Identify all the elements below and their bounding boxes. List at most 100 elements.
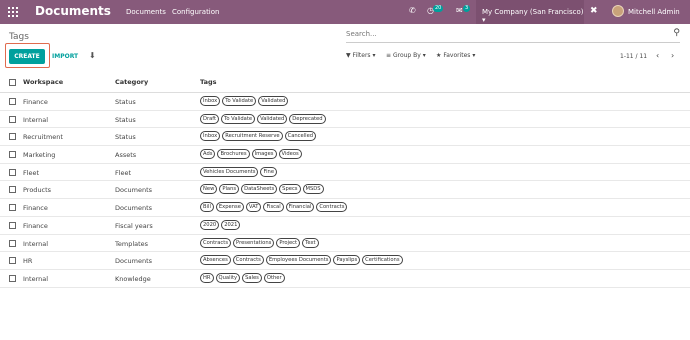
row-checkbox[interactable] bbox=[9, 186, 16, 194]
star-icon: ★ bbox=[436, 52, 442, 59]
cell-tags: Ads Brochures Images Videos bbox=[200, 149, 302, 160]
tag-badge: Employees Documents bbox=[265, 255, 332, 266]
tag-badge: Recruitment Reserve bbox=[222, 131, 283, 142]
row-checkbox[interactable] bbox=[9, 257, 16, 265]
chat-count-badge: 3 bbox=[463, 5, 471, 12]
tag-badge: Contracts bbox=[316, 202, 348, 213]
row-checkbox[interactable] bbox=[9, 115, 16, 123]
table-row[interactable]: Internal Templates Contracts Presentations P… bbox=[0, 235, 690, 253]
row-checkbox[interactable] bbox=[9, 239, 16, 247]
cell-tags: New Plans DataSheets Specs MSDS bbox=[200, 184, 324, 195]
cell-workspace: Fleet bbox=[23, 168, 40, 177]
search-input[interactable] bbox=[346, 27, 656, 41]
row-checkbox[interactable] bbox=[9, 98, 16, 105]
app-title[interactable]: Documents bbox=[35, 4, 111, 18]
tag-badge: Inbox bbox=[200, 131, 221, 142]
groupby-button[interactable]: ≡ Group By ▾ bbox=[386, 52, 426, 59]
column-header-category[interactable]: Category bbox=[115, 78, 148, 86]
tag-badge: Financial bbox=[285, 202, 315, 213]
table-row[interactable]: Finance Fiscal years 2020 2021 bbox=[0, 217, 690, 235]
tag-badge: To Validate bbox=[221, 113, 256, 124]
user-avatar[interactable] bbox=[612, 5, 624, 17]
cell-workspace: Marketing bbox=[23, 151, 56, 160]
debug-icon[interactable]: ✖ bbox=[590, 6, 598, 16]
menu-configuration[interactable]: Configuration bbox=[172, 8, 219, 16]
activity-count-badge: 20 bbox=[433, 5, 444, 12]
tag-badge: Project bbox=[276, 237, 301, 248]
cell-workspace: HR bbox=[23, 257, 33, 266]
top-navbar: Documents Documents Configuration ✆ ◷ 20… bbox=[0, 0, 690, 24]
search-bar: ⚲ bbox=[346, 27, 680, 43]
cell-workspace: Internal bbox=[23, 274, 49, 283]
tag-badge: Specs bbox=[279, 184, 301, 195]
column-header-tags[interactable]: Tags bbox=[200, 78, 217, 86]
row-checkbox[interactable] bbox=[9, 168, 16, 176]
row-checkbox[interactable] bbox=[9, 133, 16, 141]
user-name[interactable]: Mitchell Admin bbox=[628, 8, 680, 16]
table-row[interactable]: Internal Status Draft To Validate Validated D… bbox=[0, 111, 690, 129]
table-body: Finance Status Inbox To Validate Validated In… bbox=[0, 93, 690, 288]
table-row[interactable]: Internal Knowledge HR Quality Sales Other bbox=[0, 270, 690, 288]
create-button[interactable]: CREATE bbox=[9, 49, 45, 64]
tag-badge: HR bbox=[200, 272, 214, 283]
cell-workspace: Finance bbox=[23, 221, 48, 230]
table-row[interactable]: Finance Documents Bill Expense VAT Fiscal Fina… bbox=[0, 199, 690, 217]
row-checkbox[interactable] bbox=[9, 151, 16, 159]
phone-icon[interactable]: ✆ bbox=[409, 6, 417, 17]
cell-category: Knowledge bbox=[115, 274, 151, 283]
chat-icon[interactable]: ✉ bbox=[456, 6, 463, 15]
filter-icon: ▼ bbox=[346, 52, 351, 59]
company-name: My Company (San Francisco) bbox=[482, 8, 584, 16]
favorites-button[interactable]: ★ Favorites ▾ bbox=[436, 52, 475, 59]
breadcrumb: Tags bbox=[9, 32, 29, 42]
caret-down-icon: ▾ bbox=[472, 52, 476, 59]
cell-category: Status bbox=[115, 115, 136, 124]
cell-tags: Draft To Validate Validated Deprecated bbox=[200, 113, 326, 124]
table-row[interactable]: Marketing Assets Ads Brochures Images Videos bbox=[0, 146, 690, 164]
caret-down-icon: ▾ bbox=[372, 52, 376, 59]
tag-badge: 2021 bbox=[221, 219, 241, 230]
tag-badge: VAT bbox=[245, 202, 262, 213]
menu-documents[interactable]: Documents bbox=[126, 8, 166, 16]
cell-workspace: Products bbox=[23, 186, 52, 195]
tag-badge: Absences bbox=[200, 255, 231, 266]
tag-badge: Vehicles Documents bbox=[200, 166, 259, 177]
import-button[interactable]: IMPORT bbox=[52, 53, 78, 60]
select-all-checkbox[interactable] bbox=[9, 79, 16, 86]
tag-badge: Videos bbox=[278, 149, 302, 160]
table-row[interactable]: Recruitment Status Inbox Recruitment Reserv… bbox=[0, 128, 690, 147]
download-icon[interactable]: ⬇ bbox=[89, 51, 96, 60]
filters-button[interactable]: ▼ Filters ▾ bbox=[346, 52, 375, 59]
pager-previous-icon[interactable]: ‹ bbox=[656, 51, 659, 60]
cell-tags: 2020 2021 bbox=[200, 219, 241, 230]
cell-tags: Contracts Presentations Project Text bbox=[200, 237, 319, 248]
groupby-icon: ≡ bbox=[386, 52, 392, 59]
table-row[interactable]: Products Documents New Plans DataSheets Specs… bbox=[0, 181, 690, 200]
table-row[interactable]: HR Documents Absences Contracts Employees Do… bbox=[0, 252, 690, 270]
favorites-label: Favorites bbox=[443, 52, 471, 59]
pager-next-icon[interactable]: › bbox=[671, 51, 674, 60]
row-checkbox[interactable] bbox=[9, 204, 16, 212]
table-row[interactable]: Finance Status Inbox To Validate Validated bbox=[0, 93, 690, 111]
table-row[interactable]: Fleet Fleet Vehicles Documents Fine bbox=[0, 164, 690, 182]
pager-value[interactable]: 1-11 / 11 bbox=[620, 53, 647, 60]
tag-badge: Fine bbox=[260, 166, 278, 177]
cell-workspace: Finance bbox=[23, 204, 48, 213]
cell-tags: Inbox Recruitment Reserve Cancelled bbox=[200, 131, 317, 142]
column-header-workspace[interactable]: Workspace bbox=[23, 78, 63, 86]
tag-badge: Ads bbox=[200, 149, 216, 160]
tag-badge: Sales bbox=[242, 272, 262, 283]
search-icon[interactable]: ⚲ bbox=[673, 28, 680, 38]
tags-table: Workspace Category Tags Finance Status Inb… bbox=[0, 72, 690, 288]
cell-category: Documents bbox=[115, 204, 153, 213]
company-switcher[interactable]: My Company (San Francisco) ▾ bbox=[476, 0, 584, 24]
row-checkbox[interactable] bbox=[9, 274, 16, 282]
tag-badge: To Validate bbox=[222, 96, 257, 106]
cell-workspace: Internal bbox=[23, 239, 49, 248]
row-checkbox[interactable] bbox=[9, 221, 16, 229]
caret-down-icon: ▾ bbox=[422, 52, 426, 59]
tag-badge: DataSheets bbox=[241, 184, 278, 195]
chevron-down-icon: ▾ bbox=[482, 16, 486, 24]
table-header: Workspace Category Tags bbox=[0, 72, 690, 93]
apps-menu-icon[interactable] bbox=[8, 7, 18, 17]
